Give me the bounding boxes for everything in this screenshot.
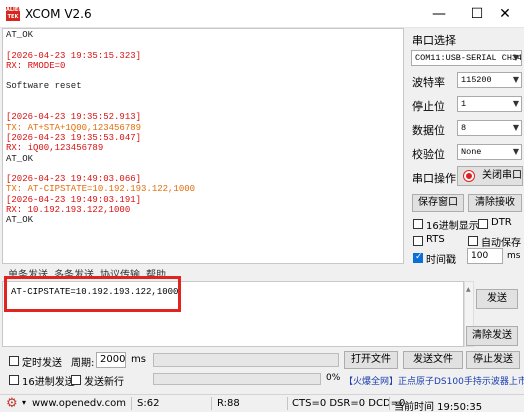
- chevron-down-icon[interactable]: ▾: [22, 398, 26, 407]
- timestamp-checkbox[interactable]: [413, 252, 423, 263]
- file-progress-bar: [153, 373, 321, 385]
- send-area-placeholder: [153, 353, 339, 367]
- chevron-down-icon: ▼: [512, 123, 519, 132]
- receive-log-area[interactable]: AT_OK [2026-04-23 19:35:15.323] RX: RMODE=…: [2, 28, 404, 264]
- status-bar: ⚙ ▾ www.openedv.com S:62 R:88 CTS=0 DSR=…: [0, 394, 524, 412]
- receive-log-line: Software reset: [6, 81, 82, 92]
- receive-log-line: TX: AT+STA+1Q00,123456789: [6, 122, 142, 133]
- databits-value: 8: [461, 123, 467, 133]
- receive-log-line: [6, 102, 400, 112]
- close-window-button[interactable]: ✕: [486, 0, 524, 28]
- stop-send-button[interactable]: 停止发送: [466, 351, 520, 369]
- receive-log-line: [2026-04-23 19:49:03.191]: [6, 194, 142, 205]
- receive-log-line: TX: AT-CIPSTATE=10.192.193.122,1000: [6, 184, 196, 195]
- dtr-checkbox[interactable]: [478, 219, 488, 229]
- receive-log-line: AT_OK: [6, 215, 34, 226]
- chevron-down-icon: ▼: [512, 99, 519, 108]
- status-divider: [131, 397, 132, 410]
- send-newline-checkbox[interactable]: [71, 375, 81, 385]
- hex-send-checkbox[interactable]: [9, 375, 19, 385]
- rts-checkbox[interactable]: [413, 236, 423, 246]
- receive-log-line: [6, 164, 400, 174]
- app-logo-icon: ALIEN TEK: [6, 7, 23, 21]
- port-select-value: COM11:USB-SERIAL CH34: [415, 53, 522, 63]
- receive-log-line: [2026-04-23 19:49:03.066]: [6, 174, 142, 185]
- receive-log-line: RX: RMODE=0: [6, 60, 66, 71]
- timestamp-label: 时间戳: [426, 255, 456, 266]
- port-op-label: 串口操作: [412, 172, 456, 185]
- website-link[interactable]: www.openedv.com: [32, 398, 126, 409]
- receive-log-line: [2026-04-23 19:35:52.913]: [6, 112, 142, 123]
- save-window-button[interactable]: 保存窗口: [412, 194, 464, 212]
- minimize-button[interactable]: —: [420, 0, 458, 28]
- close-port-button[interactable]: 关闭串口: [457, 166, 523, 186]
- baud-select[interactable]: 115200 ▼: [457, 72, 522, 88]
- receive-log-line: [6, 92, 400, 102]
- parity-value: None: [461, 147, 482, 157]
- timestamp-interval-input[interactable]: 100: [467, 248, 503, 264]
- receive-log-line: AT_OK: [6, 30, 34, 40]
- receive-log-line: RX: 10.192.193.122,1000: [6, 205, 131, 216]
- promo-link[interactable]: 【火爆全网】正点原子DS100手持示波器上市: [344, 374, 524, 387]
- status-divider: [287, 397, 288, 410]
- port-select-label: 串口选择: [412, 34, 456, 47]
- auto-save-checkbox[interactable]: [468, 236, 478, 246]
- window-title: XCOM V2.6: [25, 7, 92, 21]
- timed-send-label: 定时发送: [22, 358, 62, 369]
- title-bar: ALIEN TEK XCOM V2.6 — ☐ ✕: [0, 0, 524, 28]
- receive-count: R:88: [217, 398, 240, 409]
- baud-value: 115200: [461, 75, 492, 85]
- status-divider: [211, 397, 212, 410]
- hex-display-checkbox[interactable]: [413, 219, 423, 229]
- dtr-label: DTR: [491, 217, 512, 228]
- scroll-up-icon[interactable]: ▲: [466, 286, 471, 293]
- clear-receive-button[interactable]: 清除接收: [468, 194, 522, 212]
- stopbits-value: 1: [461, 99, 467, 109]
- progress-percent: 0%: [326, 373, 341, 383]
- close-port-label: 关闭串口: [482, 170, 522, 181]
- period-input[interactable]: 2000: [96, 352, 126, 368]
- current-time: 当前时间 19:50:35: [394, 402, 483, 412]
- receive-log-line: [6, 71, 400, 81]
- send-count: S:62: [137, 398, 160, 409]
- send-button[interactable]: 发送: [476, 289, 518, 309]
- hex-display-label: 16进制显示: [426, 221, 479, 232]
- period-unit: ms: [131, 354, 146, 365]
- period-label: 周期:: [71, 358, 95, 369]
- parity-select[interactable]: None ▼: [457, 144, 522, 160]
- status-divider: [389, 397, 390, 410]
- stopbits-label: 停止位: [412, 100, 445, 113]
- receive-log-line: RX: iQ00,123456789: [6, 143, 104, 154]
- auto-save-label: 自动保存: [481, 238, 521, 249]
- databits-label: 数据位: [412, 124, 445, 137]
- timestamp-unit: ms: [507, 251, 521, 261]
- parity-label: 校验位: [412, 148, 445, 161]
- rts-label: RTS: [426, 234, 445, 245]
- open-file-button[interactable]: 打开文件: [344, 351, 398, 369]
- port-select[interactable]: COM11:USB-SERIAL CH34 ▼: [411, 50, 522, 66]
- receive-log-line: AT_OK: [6, 153, 34, 164]
- receive-log-line: [2026-04-23 19:35:15.323]: [6, 50, 142, 61]
- receive-log-line: [6, 40, 400, 50]
- baud-label: 波特率: [412, 76, 445, 89]
- gear-icon[interactable]: ⚙: [6, 396, 18, 411]
- timed-send-checkbox[interactable]: [9, 356, 19, 366]
- highlight-annotation: [4, 276, 181, 312]
- chevron-down-icon: ▼: [512, 147, 519, 156]
- send-file-button[interactable]: 发送文件: [403, 351, 463, 369]
- clear-send-button[interactable]: 清除发送: [466, 326, 518, 346]
- port-status-icon: [463, 170, 475, 182]
- send-newline-label: 发送新行: [84, 377, 124, 388]
- databits-select[interactable]: 8 ▼: [457, 120, 522, 136]
- chevron-down-icon: ▼: [512, 75, 519, 84]
- hex-send-label: 16进制发送: [22, 377, 75, 388]
- receive-log-line: [2026-04-23 19:35:53.047]: [6, 132, 142, 143]
- stopbits-select[interactable]: 1 ▼: [457, 96, 522, 112]
- chevron-down-icon: ▼: [512, 53, 519, 62]
